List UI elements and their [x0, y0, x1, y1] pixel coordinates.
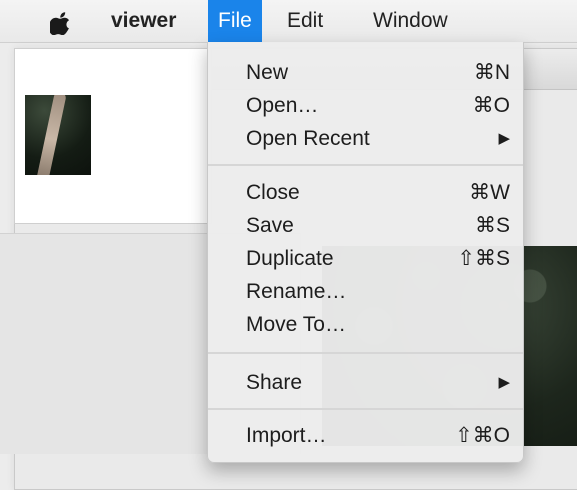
menu-item-move-to[interactable]: Move To…: [208, 308, 523, 341]
menu-item-shortcut: ⌘N: [473, 61, 510, 84]
menu-separator: [208, 164, 523, 166]
file-menu[interactable]: File: [208, 0, 262, 42]
thumbnail-road-detail: [35, 95, 67, 175]
menu-item-duplicate[interactable]: Duplicate ⇧⌘S: [208, 242, 523, 275]
file-menu-dropdown: New ⌘N Open… ⌘O Open Recent ▶ Close ⌘W S…: [207, 42, 524, 463]
menu-item-label: Rename…: [246, 280, 347, 303]
edit-menu[interactable]: Edit: [278, 0, 332, 42]
submenu-arrow-icon: ▶: [498, 374, 510, 391]
menu-item-label: Move To…: [246, 313, 346, 336]
menu-item-shortcut: ⌘W: [469, 181, 510, 204]
menu-separator: [208, 352, 523, 354]
menu-item-share[interactable]: Share ▶: [208, 366, 523, 399]
menu-item-label: Duplicate: [246, 247, 334, 270]
menu-item-import[interactable]: Import… ⇧⌘O: [208, 419, 523, 452]
menu-item-label: Import…: [246, 424, 327, 447]
app-menu[interactable]: viewer: [102, 0, 185, 42]
menu-item-label: New: [246, 61, 289, 84]
menu-item-open[interactable]: Open… ⌘O: [208, 89, 523, 122]
menu-item-open-recent[interactable]: Open Recent ▶: [208, 122, 523, 155]
menu-item-shortcut: ⌘S: [474, 214, 510, 237]
menu-item-close[interactable]: Close ⌘W: [208, 176, 523, 209]
menu-item-shortcut: ⌘O: [472, 94, 510, 117]
menu-item-shortcut: ⇧⌘S: [457, 247, 510, 270]
menu-separator: [208, 408, 523, 410]
menu-item-label: Save: [246, 214, 294, 237]
menu-item-shortcut: ⇧⌘O: [455, 424, 510, 447]
menu-item-rename[interactable]: Rename…: [208, 275, 523, 308]
submenu-arrow-icon: ▶: [498, 130, 510, 147]
menu-item-new[interactable]: New ⌘N: [208, 56, 523, 89]
menu-item-label: Share: [246, 371, 303, 394]
menu-item-label: Open…: [246, 94, 319, 117]
image-thumbnail[interactable]: [25, 95, 91, 175]
menu-item-label: Close: [246, 181, 300, 204]
thumbnail-pane: [14, 48, 212, 224]
menu-item-label: Open Recent: [246, 127, 370, 150]
window-menu[interactable]: Window: [364, 0, 457, 42]
menu-item-save[interactable]: Save ⌘S: [208, 209, 523, 242]
apple-logo-icon[interactable]: [50, 11, 72, 35]
menu-bar: viewer File Edit Window: [0, 0, 577, 43]
